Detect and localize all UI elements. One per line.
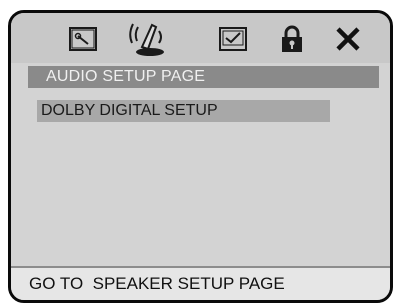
status-hint-text: GO TO SPEAKER SETUP PAGE xyxy=(29,274,285,293)
wrench-icon[interactable] xyxy=(66,24,100,54)
checkmark-icon[interactable] xyxy=(216,24,250,54)
setup-menu-window: AUDIO SETUP PAGE DOLBY DIGITAL SETUP GO … xyxy=(8,10,393,303)
page-title: AUDIO SETUP PAGE xyxy=(46,68,206,85)
lock-icon[interactable] xyxy=(275,24,309,54)
tab-bar xyxy=(11,13,390,63)
close-icon[interactable] xyxy=(331,24,365,54)
speaker-icon[interactable] xyxy=(126,19,166,57)
status-bar: GO TO SPEAKER SETUP PAGE xyxy=(11,266,390,300)
menu-item-dolby-digital-setup[interactable]: DOLBY DIGITAL SETUP xyxy=(37,100,330,122)
page-title-bar: AUDIO SETUP PAGE xyxy=(28,66,379,88)
menu-item-label: DOLBY DIGITAL SETUP xyxy=(41,102,218,119)
